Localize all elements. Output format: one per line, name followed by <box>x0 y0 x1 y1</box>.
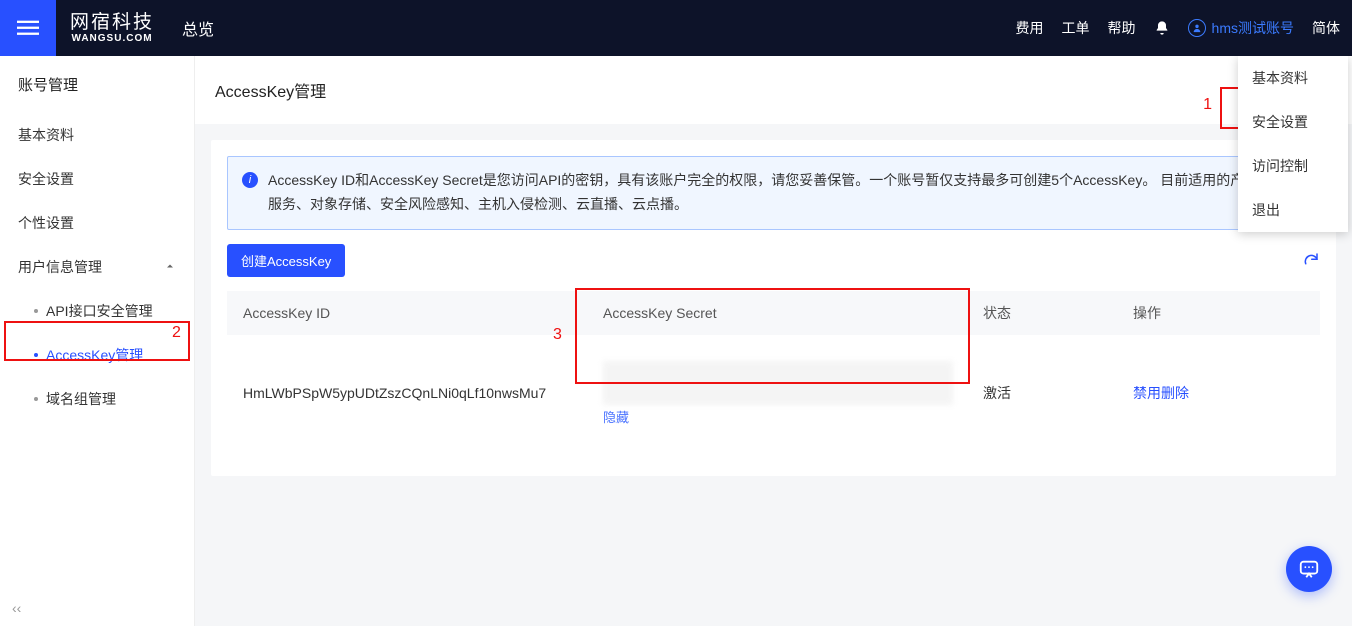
annotation-label-3: 3 <box>553 326 562 344</box>
sidebar: 账号管理 基本资料 安全设置 个性设置 用户信息管理 API接口安全管理 Acc… <box>0 56 195 626</box>
bell-icon[interactable] <box>1154 20 1170 36</box>
table-header: AccessKey ID AccessKey Secret 状态 操作 <box>227 291 1320 335</box>
brand-name-cn: 网宿科技 <box>70 13 154 32</box>
sidebar-group-userinfo[interactable]: 用户信息管理 <box>0 245 194 289</box>
main-area: AccessKey管理 i AccessKey ID和AccessKey Sec… <box>195 56 1352 626</box>
info-icon: i <box>242 172 258 188</box>
cell-id: HmLWbPSpW5ypUDtZszCQnLNi0qLf10nwsMu7 <box>243 385 603 401</box>
chat-icon <box>1298 558 1320 580</box>
avatar-icon <box>1188 19 1206 37</box>
secret-toggle-link[interactable]: 隐藏 <box>603 410 629 425</box>
sidebar-sub-domaingroup[interactable]: 域名组管理 <box>0 377 194 421</box>
dot-icon <box>34 309 38 313</box>
nav-ticket[interactable]: 工单 <box>1062 18 1090 38</box>
dropdown-item-logout[interactable]: 退出 <box>1238 188 1348 232</box>
dot-icon <box>34 353 38 357</box>
main-shell: 账号管理 基本资料 安全设置 个性设置 用户信息管理 API接口安全管理 Acc… <box>0 56 1352 626</box>
user-menu-trigger[interactable]: hms测试账号 <box>1188 18 1294 38</box>
delete-link[interactable]: 删除 <box>1161 385 1189 401</box>
dropdown-item-basic[interactable]: 基本资料 <box>1238 56 1348 100</box>
brand-logo[interactable]: 网宿科技 WANGSU.COM <box>70 13 154 44</box>
chat-bubble-button[interactable] <box>1286 546 1332 592</box>
disable-link[interactable]: 禁用 <box>1133 385 1161 401</box>
topbar: 网宿科技 WANGSU.COM 总览 费用 工单 帮助 hms测试账号 简体 <box>0 0 1352 56</box>
info-banner-text: AccessKey ID和AccessKey Secret是您访问API的密钥，… <box>268 169 1305 217</box>
accesskey-table: AccessKey ID AccessKey Secret 状态 操作 HmLW… <box>227 291 1320 452</box>
hamburger-icon <box>17 17 39 39</box>
lang-switch[interactable]: 简体 <box>1312 18 1340 38</box>
sidebar-item-basic[interactable]: 基本资料 <box>0 113 194 157</box>
topbar-right: 费用 工单 帮助 hms测试账号 简体 <box>1016 18 1340 38</box>
username: hms测试账号 <box>1212 18 1294 38</box>
secret-blur-placeholder <box>603 361 953 405</box>
sidebar-title: 账号管理 <box>0 56 194 113</box>
sidebar-item-security[interactable]: 安全设置 <box>0 157 194 201</box>
refresh-button[interactable] <box>1302 251 1320 269</box>
sidebar-sub-api-security[interactable]: API接口安全管理 <box>0 289 194 333</box>
cell-secret: 隐藏 <box>603 361 983 426</box>
sidebar-collapse-button[interactable]: ‹‹ <box>0 590 194 626</box>
page-title: AccessKey管理 <box>195 56 1352 124</box>
th-id: AccessKey ID <box>243 305 603 321</box>
content-card: i AccessKey ID和AccessKey Secret是您访问API的密… <box>211 140 1336 476</box>
sidebar-sub-accesskey[interactable]: AccessKey管理 <box>0 333 194 377</box>
info-banner: i AccessKey ID和AccessKey Secret是您访问API的密… <box>227 156 1320 230</box>
th-status: 状态 <box>983 303 1133 323</box>
nav-overview[interactable]: 总览 <box>182 16 214 40</box>
nav-fee[interactable]: 费用 <box>1016 18 1044 38</box>
table-row: HmLWbPSpW5ypUDtZszCQnLNi0qLf10nwsMu7 隐藏 … <box>227 335 1320 452</box>
annotation-label-2: 2 <box>172 324 181 342</box>
chevron-up-icon <box>164 259 176 275</box>
create-accesskey-button[interactable]: 创建AccessKey <box>227 244 345 277</box>
nav-help[interactable]: 帮助 <box>1108 18 1136 38</box>
cell-status: 激活 <box>983 383 1133 403</box>
brand-name-en: WANGSU.COM <box>71 34 152 44</box>
annotation-label-1: 1 <box>1203 96 1212 114</box>
th-op: 操作 <box>1133 303 1304 323</box>
cell-op: 禁用删除 <box>1133 383 1304 403</box>
menu-toggle-button[interactable] <box>0 0 56 56</box>
sidebar-group-label: 用户信息管理 <box>18 257 102 277</box>
user-dropdown: 基本资料 安全设置 访问控制 退出 <box>1238 56 1348 232</box>
dot-icon <box>34 397 38 401</box>
dropdown-item-access[interactable]: 访问控制 <box>1238 144 1348 188</box>
dropdown-item-security[interactable]: 安全设置 <box>1238 100 1348 144</box>
th-secret: AccessKey Secret <box>603 305 983 321</box>
sidebar-item-personal[interactable]: 个性设置 <box>0 201 194 245</box>
